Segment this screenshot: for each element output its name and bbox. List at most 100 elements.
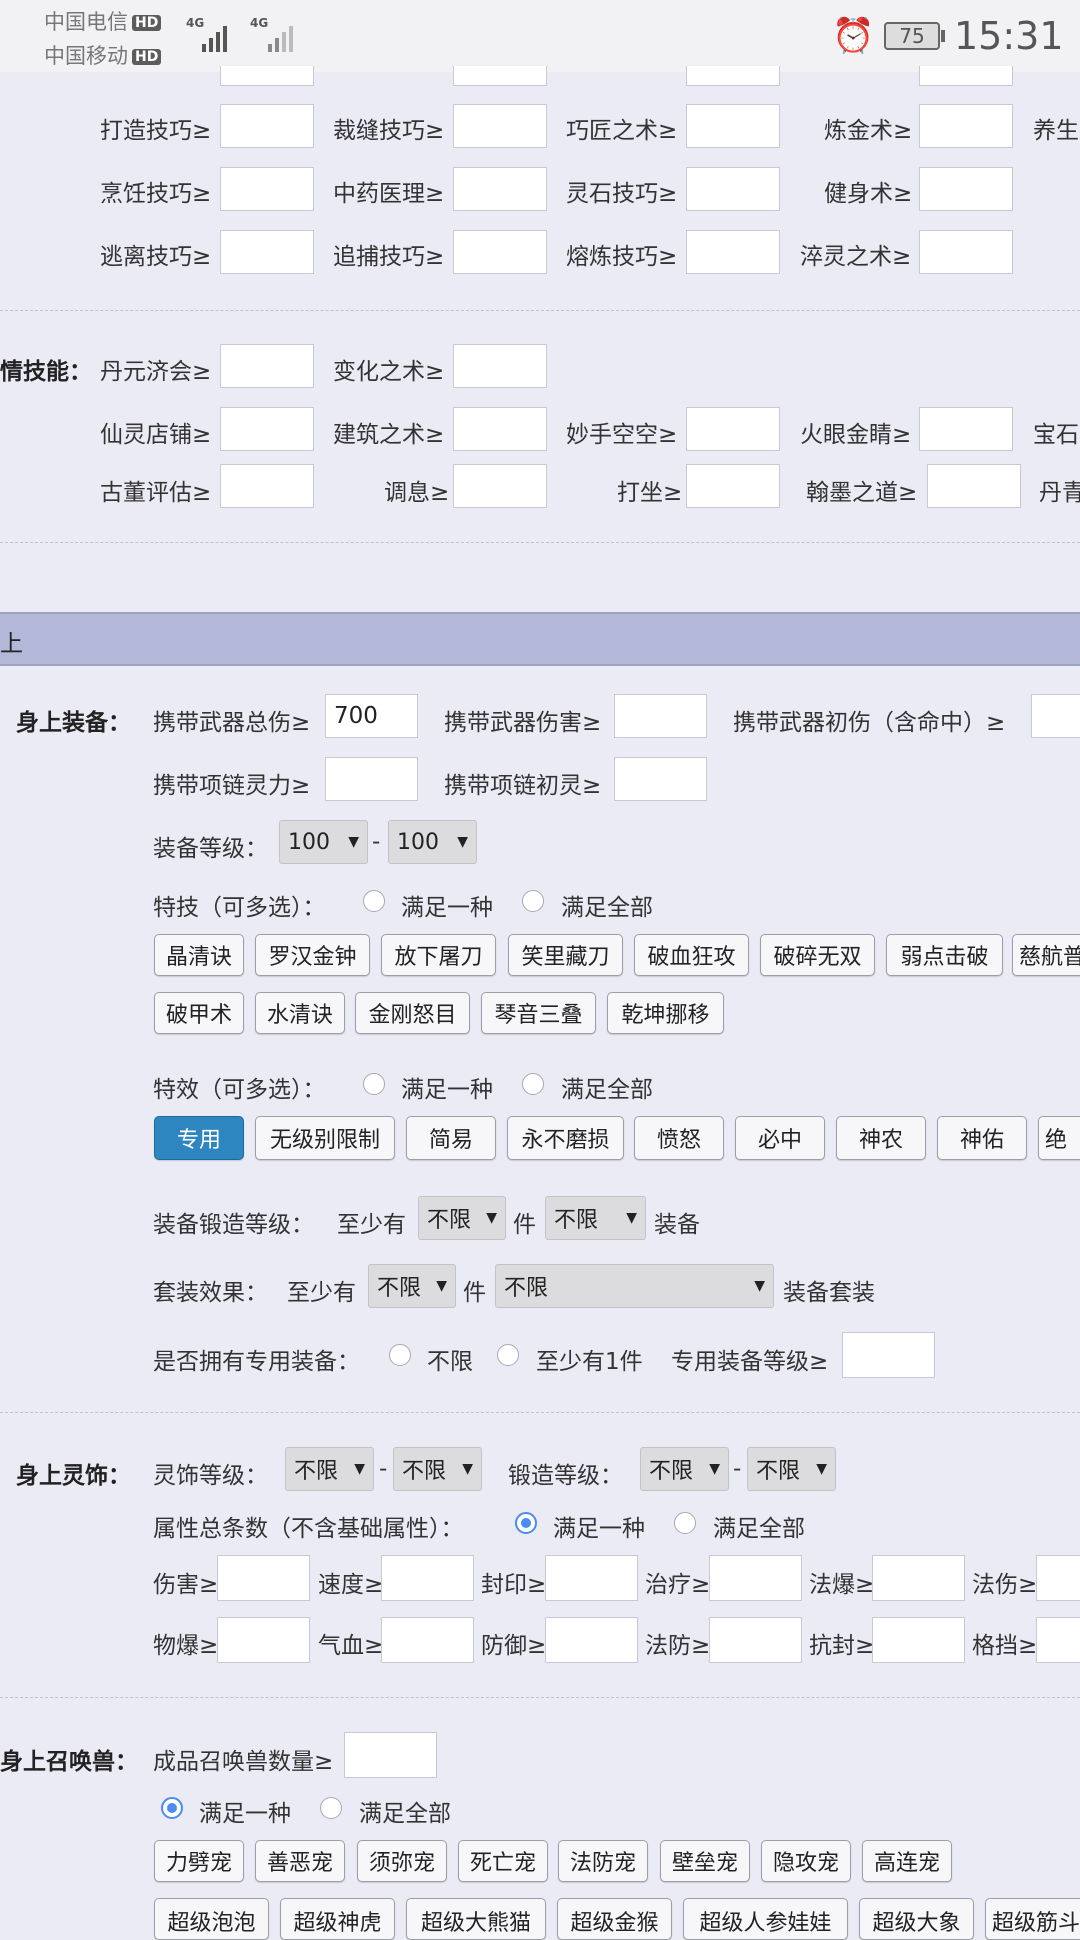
- skill-input[interactable]: [686, 104, 780, 148]
- skill-input[interactable]: [453, 464, 547, 508]
- pet-match-one-radio[interactable]: [161, 1797, 183, 1819]
- pet-match-all-radio[interactable]: [320, 1797, 342, 1819]
- attr-input[interactable]: [381, 1555, 474, 1601]
- pet-tag[interactable]: 法防宠: [558, 1840, 648, 1882]
- skill-input-top-3[interactable]: [686, 66, 780, 86]
- skill-tag[interactable]: 水清诀: [255, 992, 345, 1034]
- necklace-initial-spirit-input[interactable]: [614, 757, 707, 801]
- skill-input[interactable]: [919, 230, 1013, 274]
- forge-count-select[interactable]: 不限 ▼: [418, 1196, 506, 1240]
- weapon-initial-input[interactable]: [1031, 694, 1080, 738]
- effect-tag[interactable]: 神农: [836, 1116, 926, 1160]
- attr-input[interactable]: [217, 1617, 310, 1663]
- skill-input[interactable]: [919, 167, 1013, 211]
- pet-tag[interactable]: 超级人参娃娃: [683, 1898, 848, 1940]
- skill-tag[interactable]: 破血狂攻: [634, 934, 749, 976]
- attr-input[interactable]: [545, 1617, 638, 1663]
- pet-count-input[interactable]: [344, 1732, 437, 1778]
- equipment-level-min-select[interactable]: 100 ▼: [279, 820, 368, 864]
- set-count-select[interactable]: 不限 ▼: [368, 1264, 456, 1308]
- necklace-spirit-input[interactable]: [325, 757, 418, 801]
- skill-tag[interactable]: 破甲术: [154, 992, 244, 1034]
- skill-input[interactable]: [919, 104, 1013, 148]
- equipment-level-max-select[interactable]: 100 ▼: [388, 820, 477, 864]
- skill-input[interactable]: [686, 464, 780, 508]
- attr-input[interactable]: [1036, 1555, 1080, 1601]
- skill-input[interactable]: [453, 167, 547, 211]
- forge-level-select[interactable]: 不限 ▼: [545, 1196, 646, 1240]
- attr-match-one-radio[interactable]: [515, 1512, 537, 1534]
- pet-tag[interactable]: 超级筋斗: [985, 1898, 1080, 1940]
- pet-tag[interactable]: 死亡宠: [458, 1840, 548, 1882]
- effect-match-one-radio[interactable]: [363, 1073, 385, 1095]
- skill-input[interactable]: [453, 104, 547, 148]
- pet-tag[interactable]: 须弥宠: [357, 1840, 447, 1882]
- pet-tag[interactable]: 超级大熊猫: [406, 1898, 546, 1940]
- exclusive-one-radio[interactable]: [497, 1344, 519, 1366]
- skill-input[interactable]: [453, 344, 547, 388]
- skill-input-top-4[interactable]: [919, 66, 1013, 86]
- skill-input[interactable]: [220, 407, 314, 451]
- effect-tag[interactable]: 神佑: [937, 1116, 1027, 1160]
- skill-input[interactable]: [686, 167, 780, 211]
- skill-tag[interactable]: 晶清诀: [154, 934, 244, 976]
- skill-tag[interactable]: 琴音三叠: [481, 992, 596, 1034]
- skill-tag[interactable]: 破碎无双: [760, 934, 875, 976]
- pet-tag[interactable]: 超级泡泡: [154, 1898, 269, 1940]
- attr-input[interactable]: [872, 1617, 965, 1663]
- exclusive-none-radio[interactable]: [389, 1344, 411, 1366]
- pet-tag[interactable]: 高连宠: [862, 1840, 952, 1882]
- attr-input[interactable]: [1036, 1617, 1080, 1663]
- ornament-level-min-select[interactable]: 不限 ▼: [285, 1447, 374, 1491]
- effect-match-all-radio[interactable]: [522, 1073, 544, 1095]
- attr-input[interactable]: [709, 1555, 802, 1601]
- attr-input[interactable]: [381, 1617, 474, 1663]
- ornament-forge-min-select[interactable]: 不限 ▼: [640, 1447, 729, 1491]
- weapon-damage-input[interactable]: [614, 694, 707, 738]
- skill-tag[interactable]: 金刚怒目: [355, 992, 470, 1034]
- pet-tag[interactable]: 壁垒宠: [660, 1840, 750, 1882]
- skill-input[interactable]: [220, 464, 314, 508]
- pet-tag[interactable]: 力劈宠: [154, 1840, 244, 1882]
- pet-tag[interactable]: 超级金猴: [557, 1898, 672, 1940]
- skill-input[interactable]: [453, 230, 547, 274]
- pet-tag[interactable]: 隐攻宠: [761, 1840, 851, 1882]
- attr-match-all-radio[interactable]: [674, 1512, 696, 1534]
- effect-tag[interactable]: 愤怒: [634, 1116, 724, 1160]
- ornament-level-max-select[interactable]: 不限 ▼: [393, 1447, 482, 1491]
- skill-input[interactable]: [919, 407, 1013, 451]
- skill-input[interactable]: [220, 104, 314, 148]
- skill-input[interactable]: [220, 230, 314, 274]
- effect-tag[interactable]: 永不磨损: [507, 1116, 624, 1160]
- skill-input[interactable]: [686, 407, 780, 451]
- skill-match-one-radio[interactable]: [363, 890, 385, 912]
- skill-tag[interactable]: 弱点击破: [886, 934, 1003, 976]
- effect-tag[interactable]: 简易: [406, 1116, 496, 1160]
- skill-tag[interactable]: 放下屠刀: [381, 934, 496, 976]
- skill-input[interactable]: [220, 167, 314, 211]
- skill-input-top-2[interactable]: [453, 66, 547, 86]
- pet-tag[interactable]: 超级大象: [859, 1898, 974, 1940]
- effect-tag-active[interactable]: 专用: [154, 1116, 244, 1160]
- skill-input[interactable]: [927, 464, 1021, 508]
- skill-tag[interactable]: 慈航普: [1012, 934, 1080, 976]
- skill-match-all-radio[interactable]: [522, 890, 544, 912]
- effect-tag[interactable]: 绝: [1038, 1116, 1080, 1160]
- skill-tag[interactable]: 笑里藏刀: [508, 934, 623, 976]
- skill-tag[interactable]: 乾坤挪移: [607, 992, 724, 1034]
- effect-tag[interactable]: 必中: [735, 1116, 825, 1160]
- pet-tag[interactable]: 善恶宠: [255, 1840, 345, 1882]
- attr-input[interactable]: [872, 1555, 965, 1601]
- ornament-forge-max-select[interactable]: 不限 ▼: [747, 1447, 836, 1491]
- attr-input[interactable]: [709, 1617, 802, 1663]
- skill-input-top-1[interactable]: [220, 66, 314, 86]
- skill-input[interactable]: [686, 230, 780, 274]
- weapon-total-damage-input[interactable]: 700: [325, 694, 418, 738]
- skill-tag[interactable]: 罗汉金钟: [255, 934, 370, 976]
- effect-tag[interactable]: 无级别限制: [255, 1116, 395, 1160]
- set-type-select[interactable]: 不限 ▼: [495, 1264, 774, 1308]
- skill-input[interactable]: [453, 407, 547, 451]
- skill-input[interactable]: [220, 344, 314, 388]
- exclusive-level-input[interactable]: [842, 1332, 935, 1378]
- attr-input[interactable]: [217, 1555, 310, 1601]
